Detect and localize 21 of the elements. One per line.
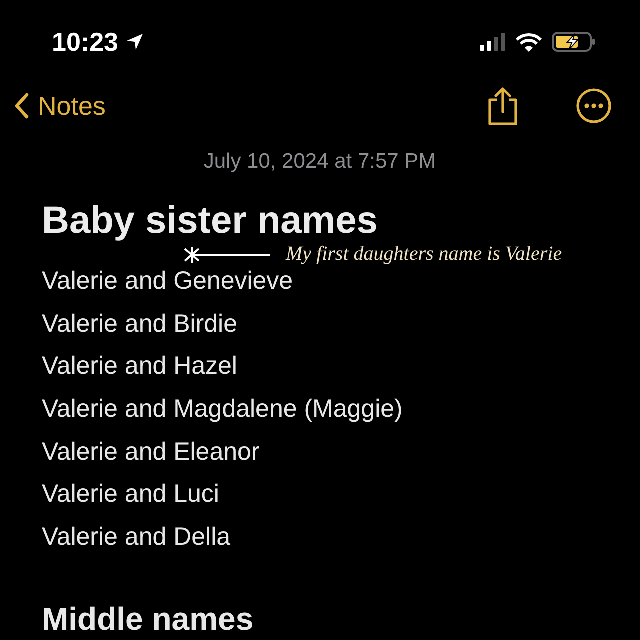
note-line: Valerie and Magdalene (Maggie) [42, 394, 403, 424]
note-line: Valerie and Genevieve [42, 266, 294, 296]
signal-icon [480, 33, 506, 51]
chevron-left-icon [14, 92, 30, 120]
note-title: Baby sister names [42, 199, 379, 244]
asterisk-arrow-icon [182, 244, 272, 264]
location-arrow-icon [124, 32, 144, 52]
share-icon[interactable] [486, 86, 520, 126]
note-line: Valerie and Hazel [42, 351, 238, 382]
note-line: Valerie and Della [42, 522, 231, 552]
note-line: Valerie and Birdie [42, 308, 238, 339]
note-date: July 10, 2024 at 7:57 PM [202, 150, 438, 174]
note-heading: Middle names [42, 600, 255, 640]
status-time: 10:23 [52, 26, 118, 58]
battery-charging-icon [552, 32, 596, 52]
note-line: Valerie and Luci [42, 479, 220, 510]
note-line: Valerie and Eleanor [42, 436, 260, 467]
more-icon[interactable] [576, 88, 612, 124]
back-button[interactable]: Notes [14, 90, 106, 122]
wifi-icon [516, 32, 542, 52]
annotation-text: My first daughters name is Valerie [286, 243, 562, 266]
